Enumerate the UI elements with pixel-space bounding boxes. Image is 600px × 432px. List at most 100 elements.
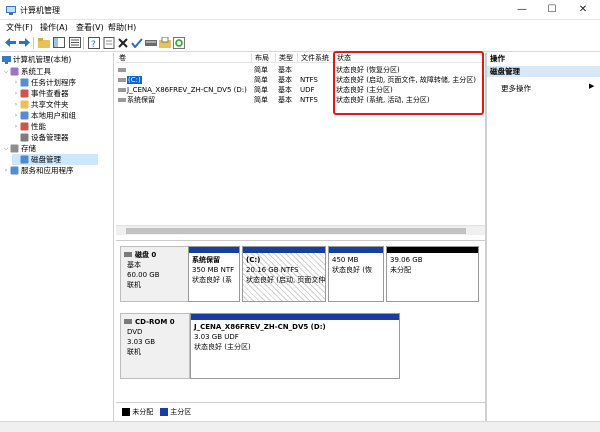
tree-item-label: 系统工具: [21, 67, 51, 76]
volume-type-cell: 基本: [278, 76, 292, 84]
forward-icon[interactable]: [18, 36, 31, 49]
back-icon[interactable]: [4, 36, 17, 49]
tree-node-icon: [20, 155, 29, 164]
volume-fs-cell: NTFS: [300, 76, 318, 84]
tree-item-label: 性能: [31, 122, 46, 131]
tree-item[interactable]: ⌵ 存储: [2, 143, 36, 154]
tree-root[interactable]: 计算机管理(本地): [2, 54, 71, 65]
disk-map: 磁盘 0 基本 60.00 GB 联机 系统保留 350 MB NTF 状态良好 (系 (C:…: [116, 240, 485, 402]
toolbar: ?: [0, 34, 600, 52]
explore-icon[interactable]: [158, 36, 171, 49]
expand-chevron-icon[interactable]: ⌵: [2, 66, 10, 77]
tree-root-label: 计算机管理(本地): [13, 55, 72, 64]
tree-item[interactable]: › 共享文件夹: [12, 99, 69, 110]
partition-block[interactable]: J_CENA_X86FREV_ZH-CN_DV5 (D:) 3.03 GB UDF…: [190, 313, 400, 379]
folder-up-icon[interactable]: [37, 36, 50, 49]
expand-chevron-icon[interactable]: ›: [12, 110, 20, 121]
table-row[interactable]: 简单 基本 状态良好 (恢复分区): [116, 65, 485, 75]
tree-item[interactable]: › 事件查看器: [12, 88, 69, 99]
menu-file[interactable]: 文件(F): [6, 22, 33, 33]
tree-item-label: 设备管理器: [31, 133, 69, 142]
column-header-status[interactable]: 状态: [334, 53, 485, 63]
table-row[interactable]: 系统保留 简单 基本 NTFS 状态良好 (系统, 活动, 主分区): [116, 95, 485, 105]
table-row[interactable]: (C:) 简单 基本 NTFS 状态良好 (启动, 页面文件, 故障转储, 主分区): [116, 75, 485, 85]
cd-drive-icon: [124, 318, 132, 328]
column-header-filesystem[interactable]: 文件系统: [298, 53, 334, 63]
delete-icon[interactable]: [116, 36, 129, 49]
partition-name: (C:): [246, 256, 261, 264]
expand-chevron-icon[interactable]: ›: [12, 88, 20, 99]
volume-status-cell: 状态良好 (恢复分区): [336, 66, 400, 74]
volume-type-cell: 基本: [278, 96, 292, 104]
partition-size: 20.16 GB NTFS: [246, 266, 299, 274]
chevron-right-icon[interactable]: ▶: [589, 82, 594, 90]
volume-status-cell: 状态良好 (启动, 页面文件, 故障转储, 主分区): [336, 76, 477, 84]
drive-icon: [118, 96, 127, 104]
volume-name-cell: (C:): [116, 75, 252, 85]
tree-item[interactable]: › 服务和应用程序: [2, 165, 74, 176]
minimize-button[interactable]: —: [507, 0, 537, 20]
partition-status: 状态良好 (主分区): [194, 343, 251, 351]
tree-item[interactable]: 设备管理器: [12, 132, 69, 143]
close-button[interactable]: ✕: [568, 0, 598, 20]
tree-item-label: 事件查看器: [31, 89, 69, 98]
partition-block[interactable]: (C:) 20.16 GB NTFS 状态良好 (启动, 页面文仲: [242, 246, 326, 302]
show-hide-tree-icon[interactable]: [52, 36, 65, 49]
tree-item[interactable]: 磁盘管理: [12, 154, 98, 165]
tree-item[interactable]: ⌵ 系统工具: [2, 66, 51, 77]
tree-item[interactable]: › 性能: [12, 121, 46, 132]
horizontal-scrollbar[interactable]: [116, 225, 485, 235]
scrollbar-thumb[interactable]: [126, 228, 466, 234]
status-bar: [0, 421, 600, 432]
volume-status-cell: 状态良好 (主分区): [336, 86, 393, 94]
expand-chevron-icon[interactable]: ⌵: [2, 143, 10, 154]
navigation-tree: 计算机管理(本地) ⌵ 系统工具 › 任务计划程序 › 事件查看器 › 共享文件夹 › 本地用户和…: [0, 53, 114, 421]
tree-item-label: 存储: [21, 144, 36, 153]
partition-status: 状态良好 (系: [192, 276, 232, 284]
tree-item[interactable]: › 任务计划程序: [12, 77, 76, 88]
disk-label[interactable]: CD-ROM 0 DVD 3.03 GB 联机: [120, 313, 190, 379]
expand-chevron-icon[interactable]: ›: [12, 121, 20, 132]
more-actions-link[interactable]: 更多操作: [501, 83, 531, 94]
drive-icon: [118, 76, 127, 84]
properties-icon[interactable]: [102, 36, 115, 49]
column-header-layout[interactable]: 布局: [252, 53, 276, 63]
partition-status: 状态良好 (启动, 页面文仲: [246, 276, 326, 284]
column-header-volume[interactable]: 卷: [116, 53, 252, 63]
menu-view[interactable]: 查看(V): [76, 22, 104, 33]
disk-icon[interactable]: [144, 36, 157, 49]
tree-item[interactable]: › 本地用户和组: [12, 110, 76, 121]
actions-pane: 操作 磁盘管理 更多操作 ▶: [486, 53, 600, 421]
expand-chevron-icon[interactable]: ›: [12, 99, 20, 110]
column-header-type[interactable]: 类型: [276, 53, 298, 63]
check-disk-icon[interactable]: [130, 36, 143, 49]
list-view-icon[interactable]: [68, 36, 81, 49]
window-title: 计算机管理: [20, 6, 60, 15]
legend-primary: 主分区: [160, 407, 191, 417]
refresh-icon[interactable]: [172, 36, 185, 49]
tree-node-icon: [10, 166, 19, 175]
menu-help[interactable]: 帮助(H): [108, 22, 136, 33]
partition-block[interactable]: 系统保留 350 MB NTF 状态良好 (系: [188, 246, 240, 302]
table-row[interactable]: J_CENA_X86FREV_ZH-CN_DV5 (D:) 简单 基本 UDF 状态良好…: [116, 85, 485, 95]
disk-label[interactable]: 磁盘 0 基本 60.00 GB 联机: [120, 246, 190, 302]
volume-name: J_CENA_X86FREV_ZH-CN_DV5 (D:): [127, 86, 247, 94]
partition-block[interactable]: 39.06 GB 未分配: [386, 246, 479, 302]
partition-body: J_CENA_X86FREV_ZH-CN_DV5 (D:) 3.03 GB UDF…: [191, 320, 399, 378]
actions-header: 操作: [490, 54, 505, 63]
volume-type-cell: 基本: [278, 86, 292, 94]
legend: 未分配 主分区: [116, 402, 485, 418]
actions-section-disk-management[interactable]: 磁盘管理: [487, 66, 600, 77]
partition-block[interactable]: 450 MB 状态良好 (恢: [328, 246, 384, 302]
volume-name: (C:): [127, 76, 142, 84]
computer-management-icon: [5, 4, 17, 16]
disk-title: CD-ROM 0: [135, 318, 175, 326]
maximize-button[interactable]: ☐: [537, 0, 567, 20]
tree-node-icon: [20, 122, 29, 131]
menu-action[interactable]: 操作(A): [40, 22, 68, 33]
expand-chevron-icon[interactable]: ›: [2, 165, 10, 176]
partition-body: (C:) 20.16 GB NTFS 状态良好 (启动, 页面文仲: [243, 253, 325, 301]
partition-size: 3.03 GB UDF: [194, 333, 239, 341]
expand-chevron-icon[interactable]: ›: [12, 77, 20, 88]
help-icon[interactable]: ?: [87, 36, 100, 49]
